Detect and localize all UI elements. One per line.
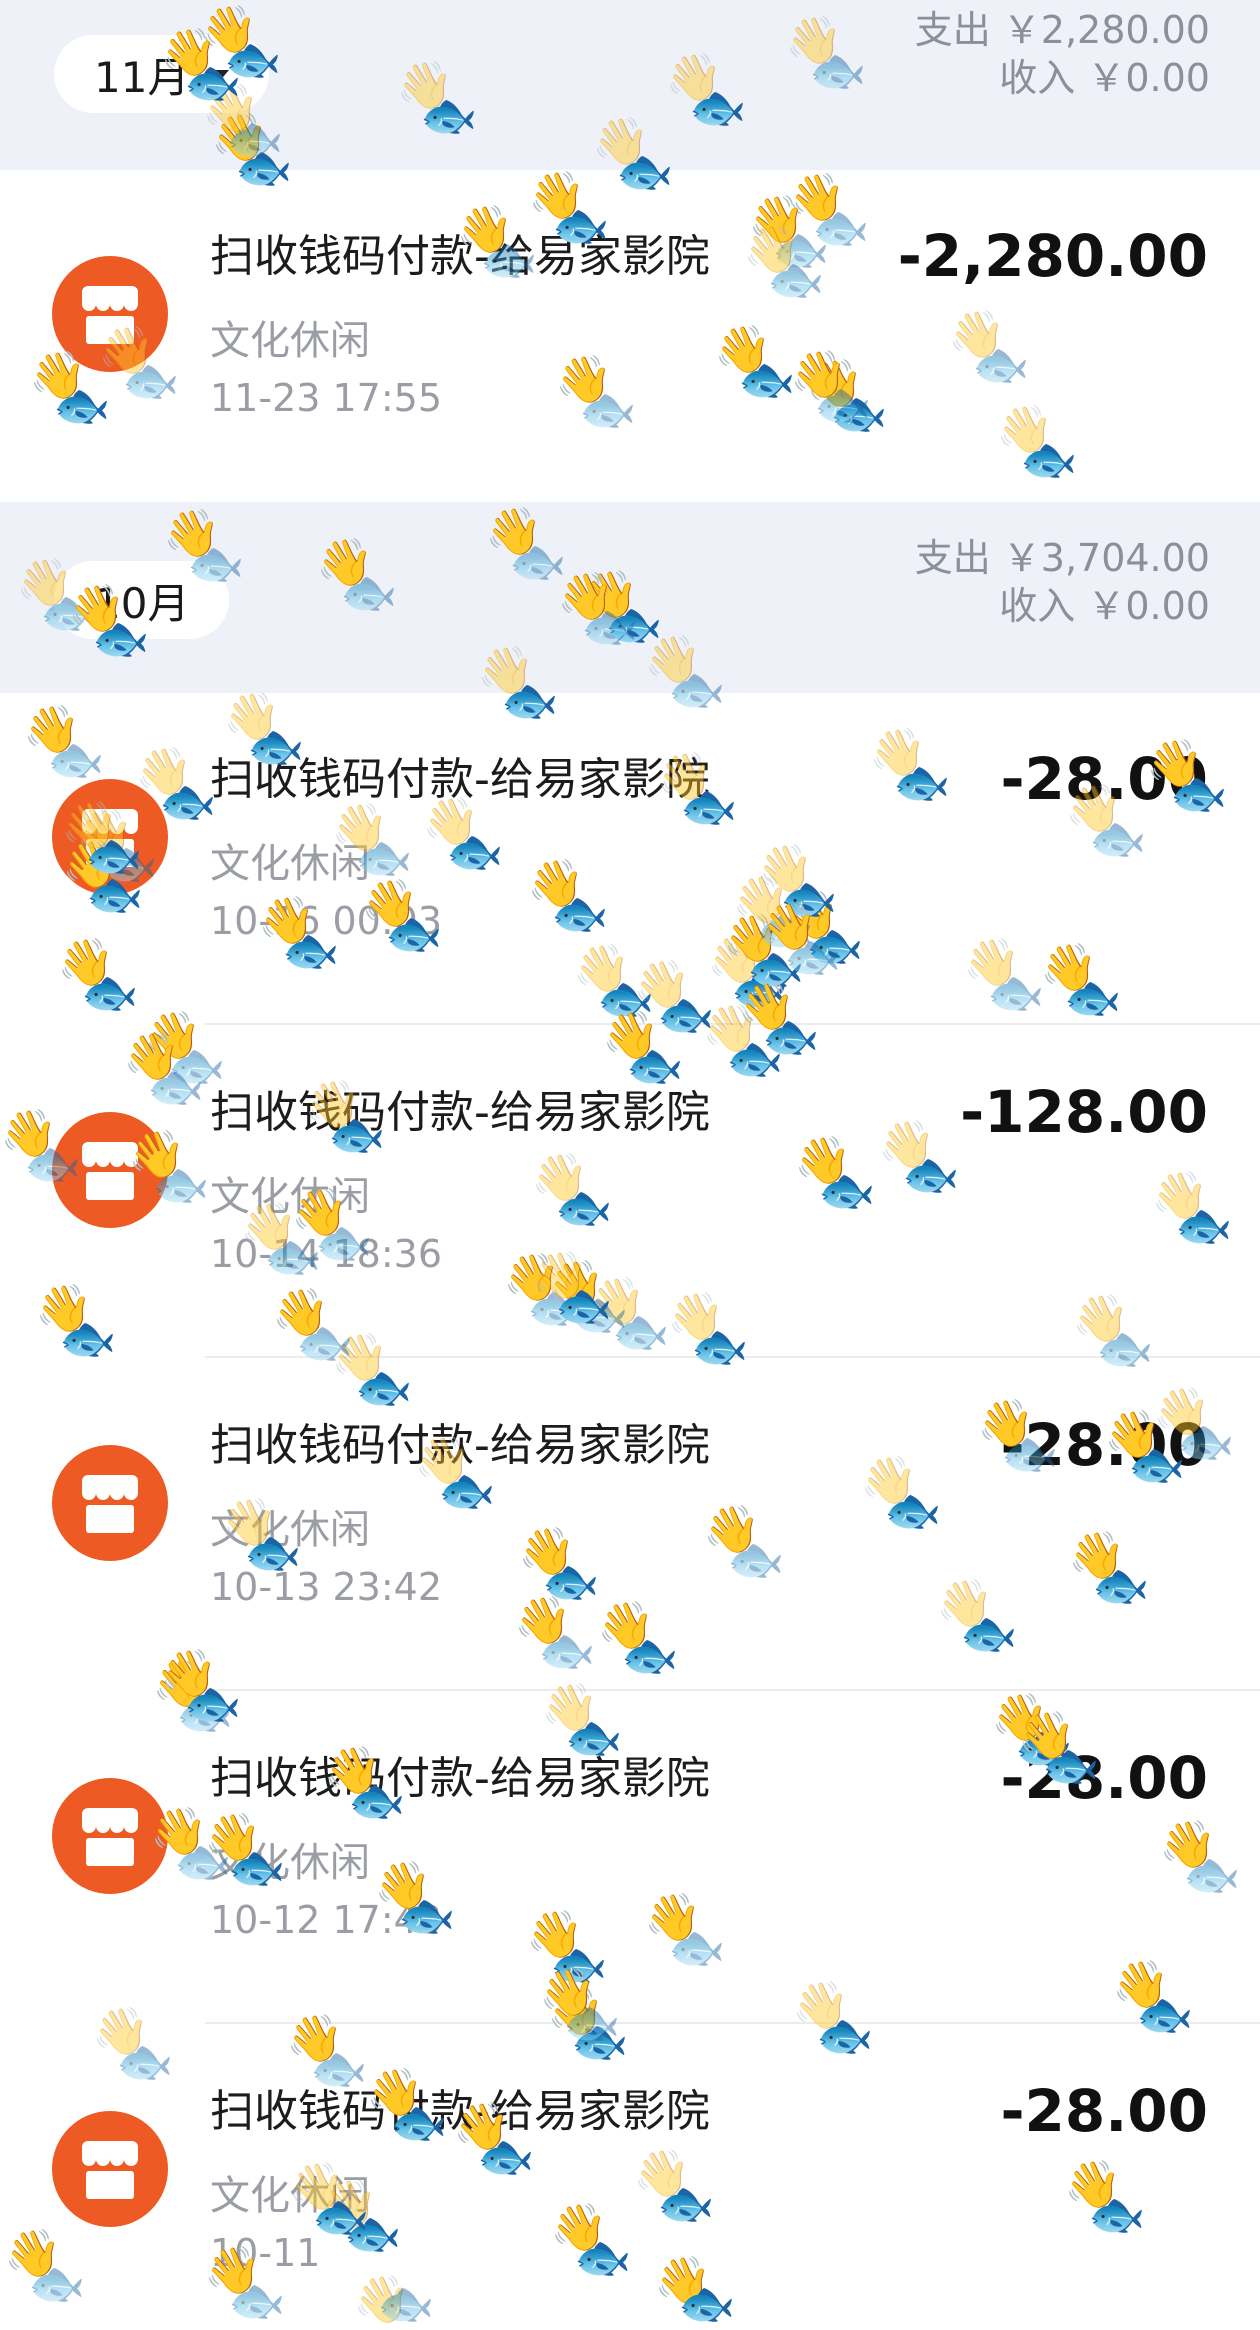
month-section-header: 11月 支出 ￥2,280.00 收入 ￥0.00 [0,0,1260,170]
transaction-time: 10-11 [210,2231,321,2275]
expense-total: 支出 ￥2,280.00 [914,8,1210,52]
income-total: 收入 ￥0.00 [999,584,1210,628]
transaction-category: 文化休闲 [210,1174,370,1220]
chevron-down-icon[interactable] [207,69,230,83]
transaction-time: 10-16 00:03 [210,899,443,943]
month-label: 10月 [94,578,190,628]
shop-icon [52,1112,168,1228]
month-label: 11月 [94,52,190,102]
expense-total: 支出 ￥3,704.00 [914,536,1210,580]
transaction-item[interactable]: 扫收钱码付款-给易家影院 文化休闲 10-16 00:03 -28.00 [0,693,1260,1025]
transaction-time: 10-13 23:42 [210,1565,443,1609]
month-summary: 支出 ￥3,704.00 收入 ￥0.00 [915,534,1210,630]
transaction-category: 文化休闲 [210,1507,370,1553]
transaction-title: 扫收钱码付款-给易家影院 [210,1420,710,1471]
bill-list-screen: 11月 支出 ￥2,280.00 收入 ￥0.00 扫收钱码付款-给易家影院 文… [0,0,1260,2330]
transaction-time: 10-14 18:36 [210,1232,443,1276]
transaction-category: 文化休闲 [210,318,370,364]
transaction-amount: -28.00 [1000,745,1208,813]
shop-icon [52,1445,168,1561]
income-total: 收入 ￥0.00 [999,56,1210,100]
month-selector[interactable]: 10月 [54,561,230,639]
transaction-item[interactable]: 扫收钱码付款-给易家影院 文化休闲 10-11 -28.00 [0,2025,1260,2330]
transaction-item[interactable]: 扫收钱码付款-给易家影院 文化休闲 11-23 17:55 -2,280.00 [0,170,1260,502]
month-summary: 支出 ￥2,280.00 收入 ￥0.00 [915,6,1210,102]
transaction-time: 11-23 17:55 [210,376,443,420]
transaction-amount: -28.00 [1000,2077,1208,2145]
transaction-item[interactable]: 扫收钱码付款-给易家影院 文化休闲 10-12 17:43 -28.00 [0,1692,1260,2024]
transaction-title: 扫收钱码付款-给易家影院 [210,2086,710,2137]
transaction-amount: -2,280.00 [897,222,1208,290]
transaction-title: 扫收钱码付款-给易家影院 [210,754,710,805]
shop-icon [52,256,168,372]
transaction-item[interactable]: 扫收钱码付款-给易家影院 文化休闲 10-13 23:42 -28.00 [0,1359,1260,1691]
month-section-header: 10月 支出 ￥3,704.00 收入 ￥0.00 [0,502,1260,696]
divider [205,1356,1260,1358]
transaction-amount: -128.00 [960,1078,1208,1146]
transaction-amount: -28.00 [1000,1744,1208,1812]
transaction-title: 扫收钱码付款-给易家影院 [210,231,710,282]
transaction-time: 10-12 17:43 [210,1898,443,1942]
shop-icon [52,779,168,895]
transaction-category: 文化休闲 [210,2173,370,2219]
transaction-item[interactable]: 扫收钱码付款-给易家影院 文化休闲 10-14 18:36 -128.00 [0,1026,1260,1358]
transaction-category: 文化休闲 [210,841,370,887]
divider [205,2022,1260,2024]
divider [205,1023,1260,1025]
shop-icon [52,2111,168,2227]
shop-icon [52,1778,168,1894]
transaction-title: 扫收钱码付款-给易家影院 [210,1753,710,1804]
transaction-category: 文化休闲 [210,1840,370,1886]
transaction-amount: -28.00 [1000,1411,1208,1479]
month-selector[interactable]: 11月 [54,35,270,113]
divider [205,1689,1260,1691]
transaction-title: 扫收钱码付款-给易家影院 [210,1087,710,1138]
